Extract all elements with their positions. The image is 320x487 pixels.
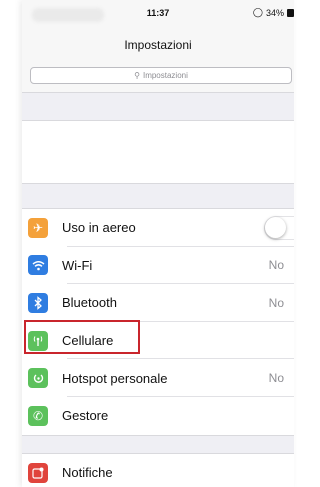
row-airplane-mode[interactable]: ✈ Uso in aereo — [22, 209, 294, 247]
nav-bar: Impostazioni — [22, 28, 294, 60]
cellular-highlight-box — [24, 320, 140, 354]
row-label: Gestore — [62, 408, 109, 424]
row-carrier[interactable]: ✆ Gestore › — [22, 397, 294, 435]
phone-icon: ✆ — [28, 405, 48, 426]
status-bar: 11:37 ◯ 34% — [22, 0, 294, 28]
search-bar: ⚲ Impostazioni — [22, 60, 294, 93]
account-group[interactable]: › — [22, 120, 294, 184]
row-notifications[interactable]: Notifiche › — [22, 454, 294, 487]
status-right: ◯ 34% — [253, 7, 294, 18]
row-value: No — [268, 371, 284, 386]
battery-percent: 34% — [265, 7, 284, 18]
wifi-icon — [28, 255, 48, 276]
hotspot-icon — [28, 368, 48, 389]
row-value: No — [268, 295, 284, 310]
row-wifi[interactable]: Wi-Fi No › — [22, 247, 294, 285]
row-label: Bluetooth — [62, 295, 117, 311]
notifications-group: Notifiche › — [22, 453, 294, 487]
row-label: Notifiche — [62, 465, 113, 481]
notifications-icon — [28, 462, 48, 483]
alarm-icon: ◯ — [252, 7, 263, 17]
row-label: Hotspot personale — [62, 370, 168, 386]
page-title: Impostazioni — [124, 38, 192, 52]
search-placeholder: Impostazioni — [142, 71, 188, 80]
search-icon: ⚲ — [134, 71, 140, 80]
row-label: Wi-Fi — [62, 257, 93, 273]
battery-icon — [287, 8, 294, 17]
row-personal-hotspot[interactable]: Hotspot personale No › — [22, 359, 294, 397]
airplane-icon: ✈ — [28, 217, 48, 238]
search-input[interactable]: ⚲ Impostazioni — [30, 67, 292, 84]
settings-panel: 11:37 ◯ 34% Impostazioni ⚲ Impostazioni … — [22, 0, 294, 487]
row-bluetooth[interactable]: Bluetooth No › — [22, 284, 294, 322]
row-value: No — [268, 258, 284, 273]
toggle-knob — [265, 216, 286, 238]
airplane-toggle[interactable] — [264, 215, 294, 240]
row-label: Uso in aereo — [62, 220, 136, 236]
bluetooth-icon — [28, 292, 48, 313]
